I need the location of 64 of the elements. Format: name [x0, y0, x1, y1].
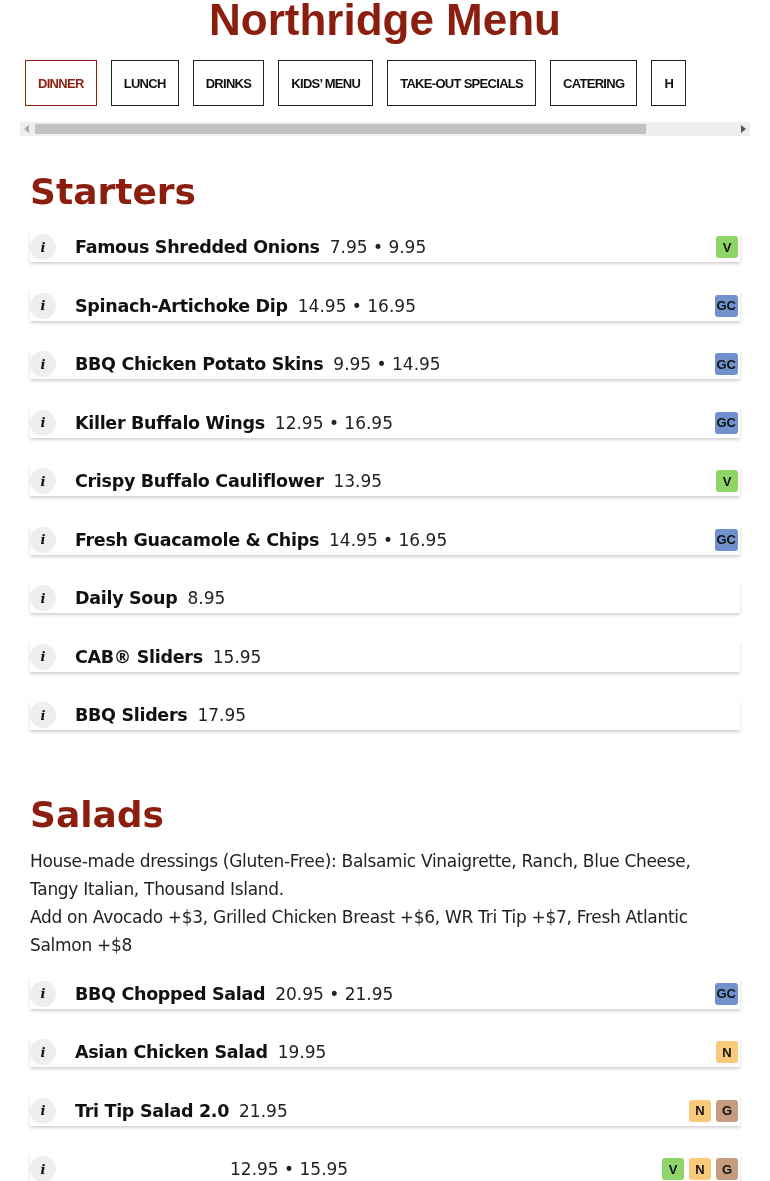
item-name: BBQ Chopped Salad [75, 983, 266, 1004]
item-price: 9.95 • 14.95 [333, 354, 441, 374]
info-button[interactable]: i [30, 468, 56, 494]
diet-badge: N [689, 1158, 711, 1180]
item-price: 8.95 [187, 588, 226, 608]
info-button[interactable]: i [30, 526, 56, 553]
item-price: 12.95 • 16.95 [274, 412, 393, 433]
item-name: CAB® Sliders [75, 646, 203, 667]
diet-badge: GC [714, 411, 738, 434]
item-price: 13.95 [333, 471, 383, 491]
menu-tab[interactable]: KIDS’ MENU [278, 60, 374, 106]
menu-tab[interactable]: LUNCH [110, 60, 179, 106]
item-name: Crispy Buffalo Cauliflower [75, 471, 324, 491]
menu-tab[interactable]: DINNER [25, 60, 97, 106]
item-price: 21.95 [239, 1100, 288, 1121]
diet-badge: V [716, 236, 738, 258]
item-name: Spinach-Artichoke Dip [75, 295, 288, 316]
info-button[interactable]: i [30, 980, 56, 1007]
info-button[interactable]: i [30, 351, 56, 377]
diet-badge: GC [714, 294, 738, 317]
diet-badge: N [689, 1099, 711, 1122]
section-note: Add on Avocado +$3, Grilled Chicken Breast +$6, WR Tri Tip +$7, Fresh Atlantic Salmon +$8 [30, 905, 689, 957]
info-button[interactable]: i [30, 1039, 56, 1065]
info-button[interactable]: i [30, 585, 56, 611]
menu-tab[interactable]: H [651, 60, 687, 106]
info-button[interactable]: i [30, 409, 56, 436]
info-button[interactable]: i [30, 1097, 56, 1124]
item-name: Tri Tip Salad 2.0 [75, 1100, 230, 1121]
diet-badge: V [716, 470, 738, 492]
diet-badge: G [716, 1099, 738, 1122]
item-price: 14.95 • 16.95 [297, 295, 416, 316]
item-price: 20.95 • 21.95 [275, 983, 394, 1004]
horizontal-scrollbar[interactable] [20, 122, 750, 136]
menu-tab[interactable]: CATERING [550, 60, 638, 106]
diet-badge: GC [714, 353, 738, 375]
info-button[interactable]: i [30, 234, 56, 260]
item-name: Famous Shredded Onions [75, 237, 320, 257]
item-name: Asian Chicken Salad [75, 1042, 268, 1062]
menu-tab[interactable]: TAKE-OUT SPECIALS [387, 60, 537, 106]
diet-badge: GC [714, 982, 738, 1005]
diet-badge: N [716, 1041, 738, 1063]
item-name: Daily Soup [75, 588, 178, 608]
info-button[interactable]: i [30, 1156, 56, 1181]
item-price: 7.95 • 9.95 [329, 237, 427, 257]
section-note: House-made dressings (Gluten-Free): Balsamic Vinaigrette, Ranch, Blue Cheese, Tangy Italian, Thousand Island. [30, 849, 692, 901]
item-price: 19.95 [277, 1042, 327, 1062]
item-name: Fresh Guacamole & Chips [75, 529, 320, 550]
item-name: BBQ Chicken Potato Skins [75, 354, 324, 374]
item-price: 12.95 • 15.95 [230, 1159, 349, 1179]
diet-badge: G [716, 1158, 738, 1180]
item-price: 14.95 • 16.95 [329, 529, 448, 550]
info-button[interactable]: i [30, 702, 56, 728]
item-price: 15.95 [212, 646, 262, 667]
diet-badge: GC [714, 528, 738, 551]
item-price: 17.95 [197, 705, 247, 725]
page-title: Northridge Menu [208, 0, 562, 46]
diet-badge: V [662, 1158, 684, 1180]
section-heading: Salads [30, 792, 166, 837]
section-heading: Starters [30, 170, 197, 214]
menu-tab[interactable]: DRINKS [192, 60, 265, 106]
info-button[interactable]: i [30, 643, 56, 670]
item-name: BBQ Sliders [75, 705, 188, 725]
item-name: Killer Buffalo Wings [75, 412, 265, 433]
info-button[interactable]: i [30, 292, 56, 319]
